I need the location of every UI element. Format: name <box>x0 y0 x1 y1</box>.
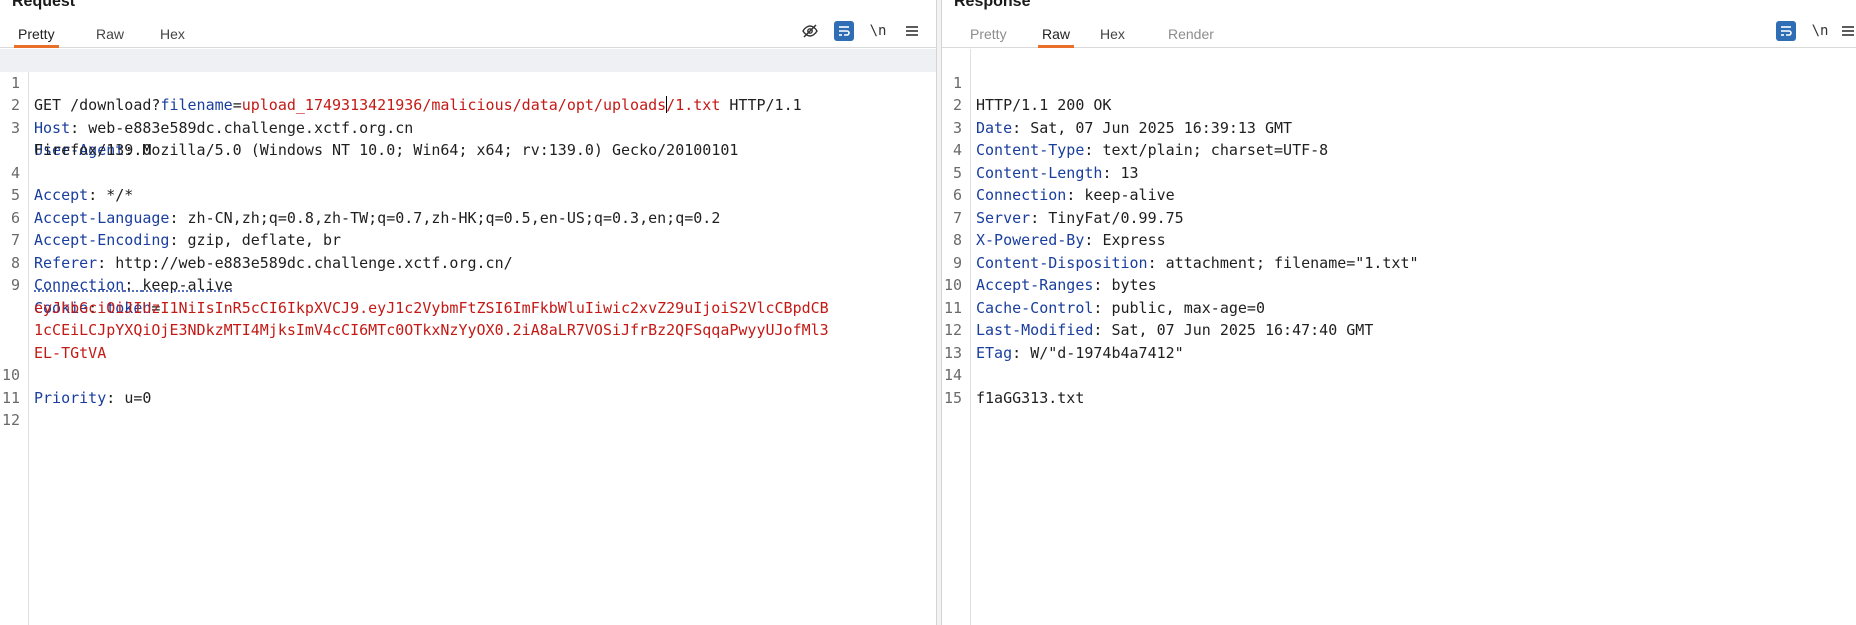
response-line-3[interactable]: 3 Content-Type: text/plain; charset=UTF-… <box>942 94 1856 160</box>
request-line-11[interactable]: 11 <box>0 364 936 407</box>
request-line-9-token-1[interactable]: eyJhbGciOiJIUzI1NiIsInR5cCI6IkpXVCJ9.eyJ… <box>0 274 936 317</box>
response-line-6[interactable]: 6 Server: TinyFat/0.99.75 <box>942 162 1856 227</box>
response-line-10[interactable]: 10 Cache-Control: public, max-age=0 <box>942 252 1856 317</box>
app-window: Request Pretty Raw Hex \n 1 GET /downloa… <box>0 0 1856 625</box>
response-line-5[interactable]: 5 Connection: keep-alive <box>942 139 1856 205</box>
response-tab-hex[interactable]: Hex <box>1096 24 1129 48</box>
request-line-2[interactable]: 2 Host: web-e883e589dc.challenge.xctf.or… <box>0 72 936 137</box>
wrap-icon[interactable] <box>1776 21 1796 41</box>
response-tab-pretty[interactable]: Pretty <box>966 24 1011 48</box>
line-number: 15 <box>943 388 962 407</box>
response-line-12[interactable]: 12 ETag: W/"d-1974b4a7412" <box>942 297 1856 362</box>
response-line-9[interactable]: 9 Accept-Ranges: bytes <box>942 229 1856 295</box>
response-line-8[interactable]: 8 Content-Disposition: attachment; filen… <box>942 207 1856 272</box>
wrap-icon[interactable] <box>834 21 854 41</box>
request-line-12[interactable]: 12 <box>0 387 936 429</box>
response-line-7[interactable]: 7 X-Powered-By: Express <box>942 184 1856 250</box>
response-line-15[interactable]: 15 <box>942 364 1856 407</box>
request-line-3[interactable]: 3 User-Agent: Mozilla/5.0 (Windows NT 10… <box>0 94 936 160</box>
response-line-2[interactable]: 2 Date: Sat, 07 Jun 2025 16:39:13 GMT <box>942 72 1856 137</box>
request-line-1[interactable]: 1 GET /download?filename=upload_17493134… <box>0 49 936 114</box>
response-line-4[interactable]: 4 Content-Length: 13 <box>942 117 1856 182</box>
response-editor[interactable]: 1 HTTP/1.1 200 OK 2 Date: Sat, 07 Jun 20… <box>942 49 1856 625</box>
line-number: 12 <box>1 411 20 429</box>
response-tab-raw[interactable]: Raw <box>1038 24 1075 48</box>
request-line-7[interactable]: 7 Referer: http://web-e883e589dc.challen… <box>0 207 936 272</box>
eye-off-icon[interactable] <box>800 21 820 41</box>
response-line-11[interactable]: 11 Last-Modified: Sat, 07 Jun 2025 16:47… <box>942 274 1856 340</box>
menu-icon[interactable] <box>902 21 922 41</box>
request-line-3-cont[interactable]: Firefox/139.0 <box>0 117 936 159</box>
request-line-9-token-3[interactable]: EL-TGtVA <box>0 319 936 362</box>
request-line-6[interactable]: 6 Accept-Encoding: gzip, deflate, br <box>0 184 936 250</box>
menu-icon[interactable] <box>1838 21 1856 41</box>
response-body: f1aGG313.txt <box>976 388 1085 407</box>
request-tab-hex[interactable]: Hex <box>156 24 189 48</box>
newline-icon[interactable]: \n <box>868 21 888 41</box>
response-tab-render[interactable]: Render <box>1164 24 1218 48</box>
request-line-8[interactable]: 8 Connection: keep-alive <box>0 229 936 295</box>
request-tab-pretty[interactable]: Pretty <box>14 24 59 48</box>
request-tab-raw[interactable]: Raw <box>92 24 128 48</box>
response-line-14[interactable]: 14 f1aGG313.txt <box>942 342 1856 407</box>
newline-icon[interactable]: \n <box>1810 21 1830 41</box>
request-line-5[interactable]: 5 Accept-Language: zh-CN,zh;q=0.8,zh-TW;… <box>0 162 936 227</box>
response-line-1[interactable]: 1 HTTP/1.1 200 OK <box>942 49 1856 115</box>
response-line-13[interactable]: 13 <box>942 319 1856 362</box>
request-line-9[interactable]: 9 Cookie: token= <box>0 252 936 317</box>
request-title: Request <box>12 0 76 10</box>
request-line-4[interactable]: 4 Accept: */* <box>0 139 936 205</box>
request-pane: Request Pretty Raw Hex \n 1 GET /downloa… <box>0 0 936 625</box>
request-tabbar: Pretty Raw Hex <box>0 20 936 48</box>
request-editor[interactable]: 1 GET /download?filename=upload_17493134… <box>0 49 936 625</box>
response-pane: Response Pretty Raw Hex Render \n 1 HTTP… <box>942 0 1856 625</box>
response-title: Response <box>954 0 1031 10</box>
request-line-9-token-2[interactable]: 1cCEiLCJpYXQiOjE3NDkzMTI4MjksImV4cCI6MTc… <box>0 297 936 339</box>
request-line-10[interactable]: 10 Priority: u=0 <box>0 342 936 407</box>
response-tabbar: Pretty Raw Hex Render <box>942 20 1856 48</box>
